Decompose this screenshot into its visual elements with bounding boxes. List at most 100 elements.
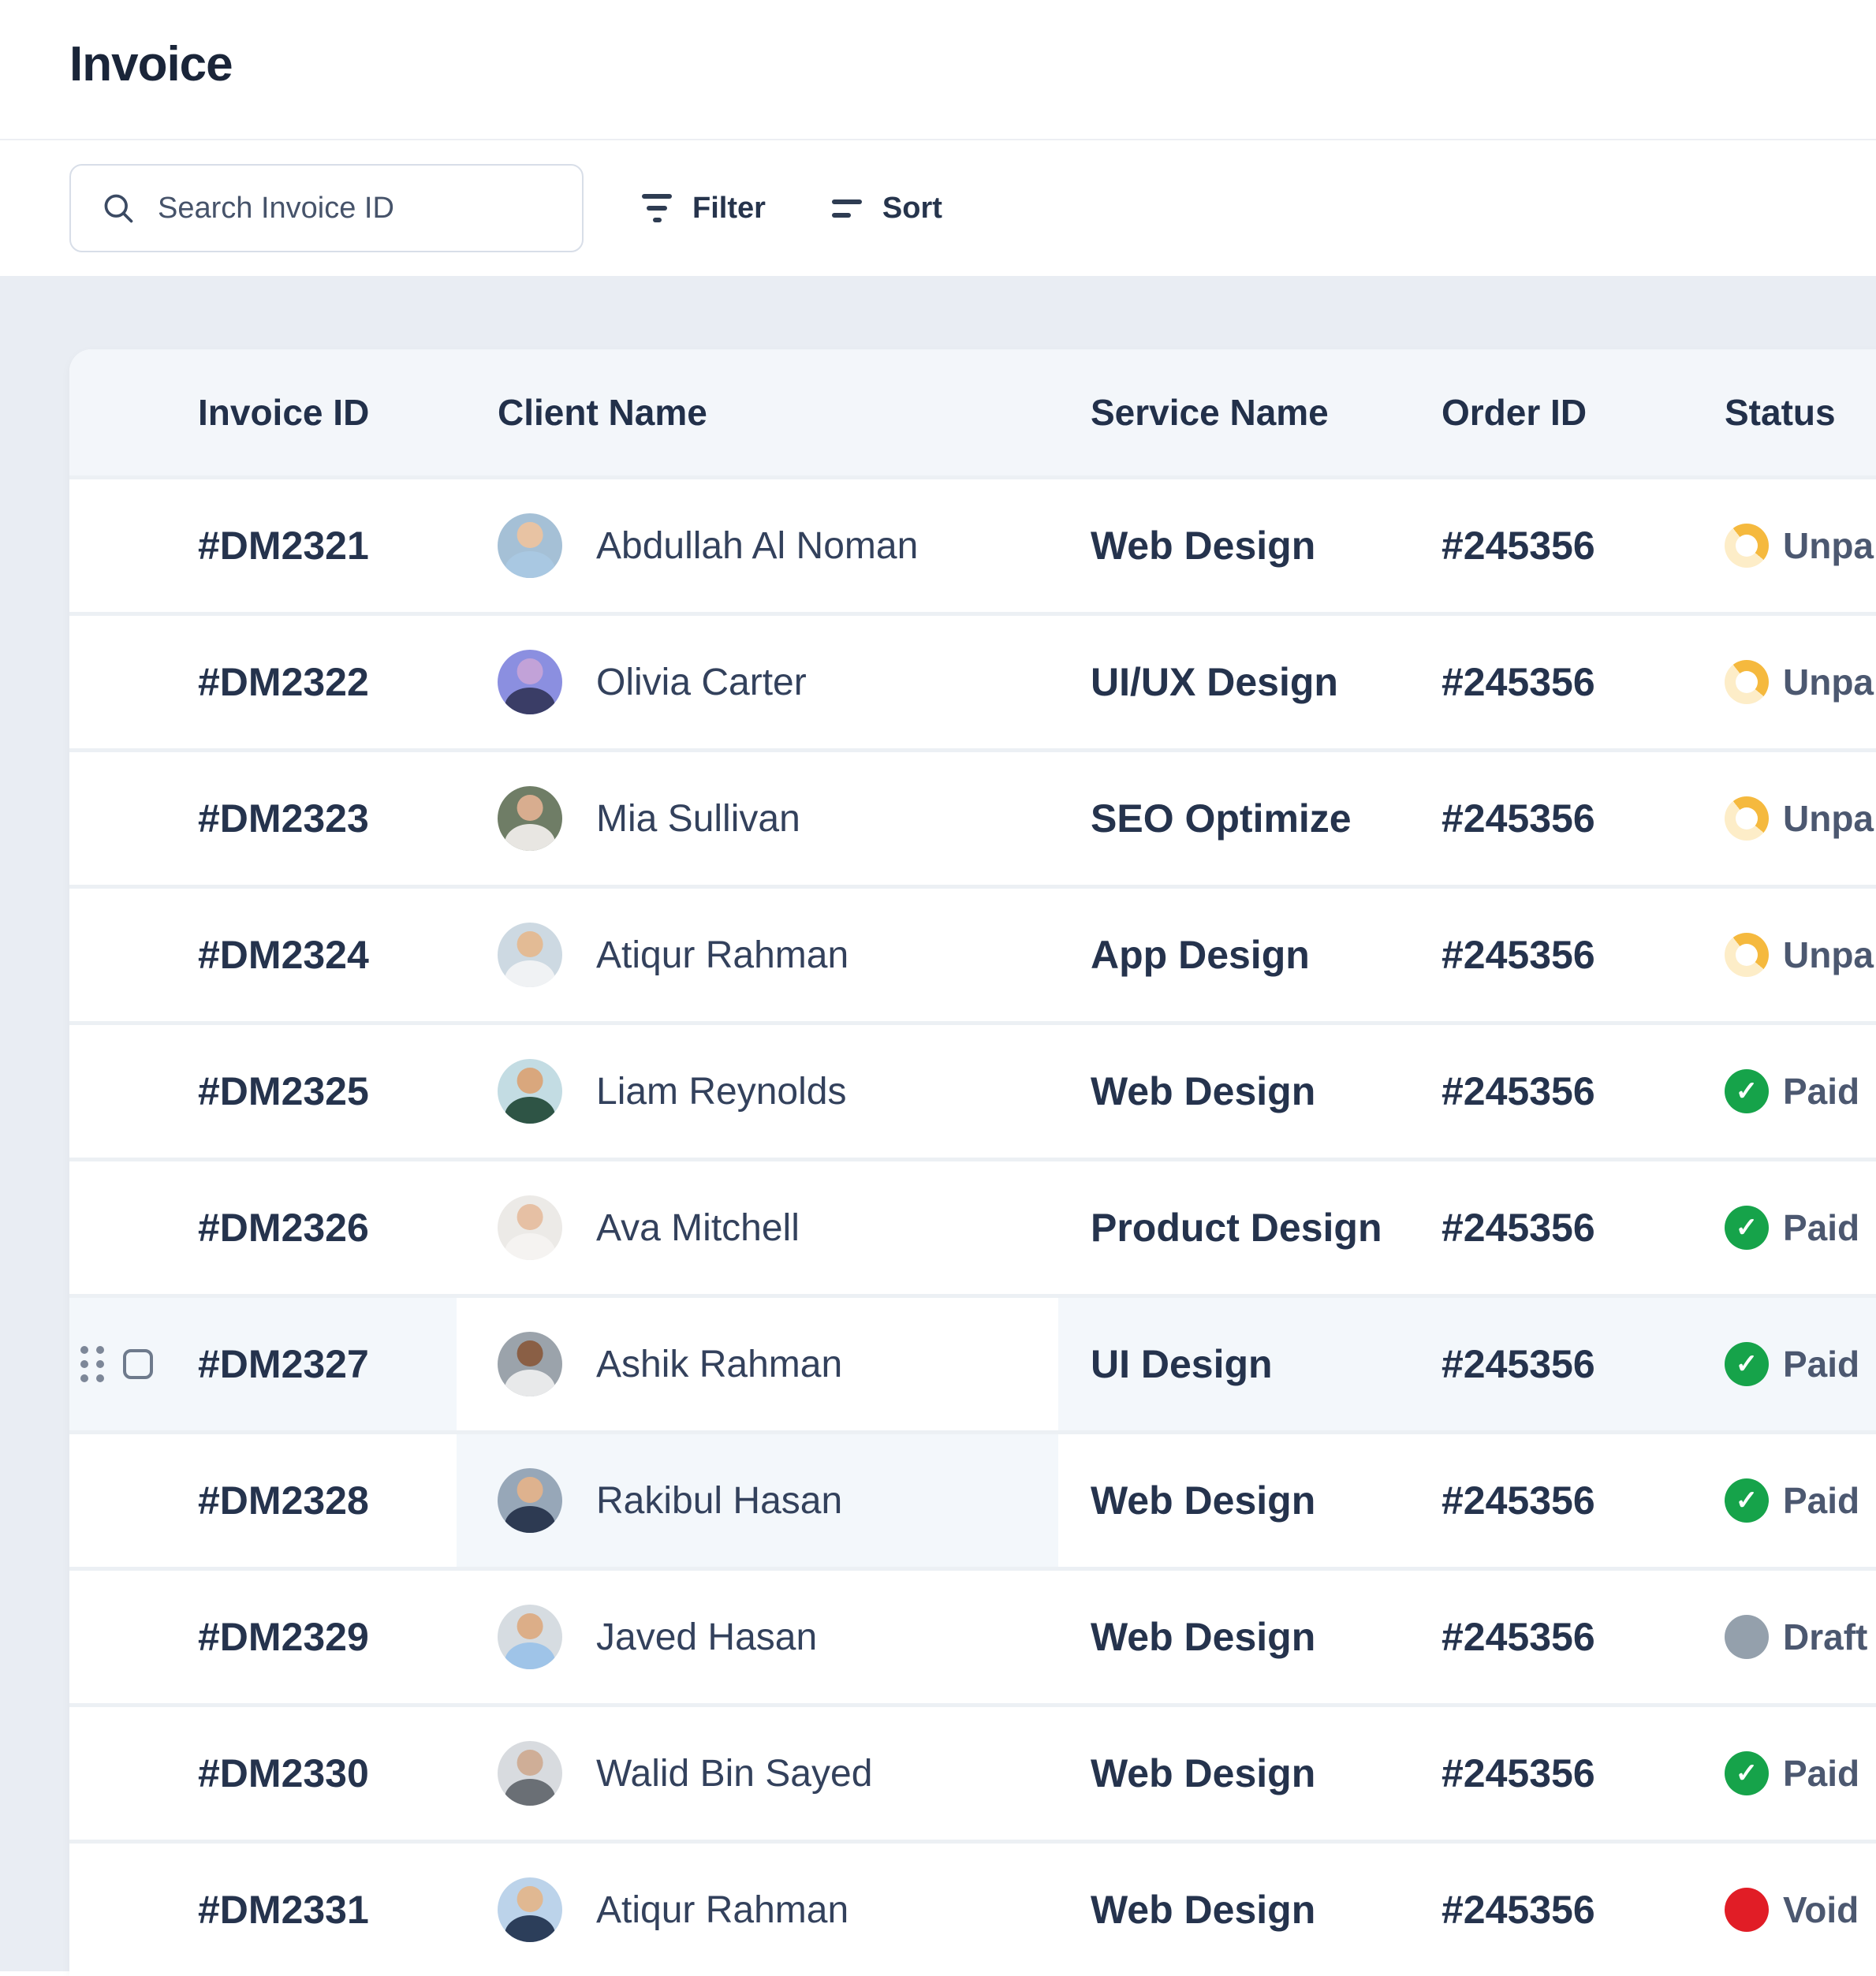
- table-row[interactable]: #DM2326 Ava Mitchell Product Design #245…: [69, 1158, 1876, 1294]
- order-id: #245356: [1441, 659, 1725, 705]
- avatar: [498, 1741, 562, 1806]
- client-name: Atiqur Rahman: [596, 934, 848, 977]
- status-badge: Unpaid: [1725, 660, 1876, 704]
- status-icon: [1725, 933, 1769, 977]
- status-badge: Unpaid: [1725, 796, 1876, 841]
- status-badge: ✓ Paid: [1725, 1206, 1859, 1250]
- table-row[interactable]: #DM2329 Javed Hasan Web Design #245356 D…: [69, 1567, 1876, 1703]
- sort-button[interactable]: Sort: [832, 192, 942, 226]
- order-id: #245356: [1441, 1750, 1725, 1796]
- table-row[interactable]: #DM2327 Ashik Rahman UI Design #245356 ✓…: [69, 1294, 1876, 1430]
- status-label: Paid: [1783, 1752, 1859, 1795]
- order-id: #245356: [1441, 1068, 1725, 1114]
- avatar: [498, 1605, 562, 1669]
- avatar: [498, 1332, 562, 1396]
- table-row[interactable]: #DM2324 Atiqur Rahman App Design #245356…: [69, 885, 1876, 1021]
- client-name: Javed Hasan: [596, 1616, 817, 1659]
- status-label: Paid: [1783, 1343, 1859, 1385]
- filter-label: Filter: [692, 192, 766, 226]
- table-row[interactable]: #DM2331 Atiqur Rahman Web Design #245356…: [69, 1840, 1876, 1976]
- drag-handle-icon[interactable]: [80, 1346, 104, 1382]
- status-badge: ✓ Paid: [1725, 1342, 1859, 1386]
- order-id: #245356: [1441, 796, 1725, 841]
- column-header-service-name: Service Name: [1091, 391, 1441, 434]
- invoice-id: #DM2327: [198, 1341, 369, 1387]
- status-icon: [1725, 1888, 1769, 1932]
- status-badge: Unpaid: [1725, 933, 1876, 977]
- status-badge: ✓ Paid: [1725, 1751, 1859, 1795]
- order-id: #245356: [1441, 1205, 1725, 1251]
- invoice-id: #DM2326: [198, 1205, 369, 1251]
- search-icon: [101, 191, 136, 226]
- service-name: Web Design: [1091, 1614, 1441, 1660]
- service-name: Web Design: [1091, 1750, 1441, 1796]
- status-label: Unpaid: [1783, 661, 1876, 703]
- status-icon: ✓: [1725, 1206, 1769, 1250]
- status-icon: ✓: [1725, 1069, 1769, 1113]
- table-row[interactable]: #DM2322 Olivia Carter UI/UX Design #2453…: [69, 612, 1876, 748]
- column-header-invoice-id: Invoice ID: [198, 391, 369, 434]
- status-badge: ✓ Paid: [1725, 1069, 1859, 1113]
- avatar: [498, 1059, 562, 1124]
- client-name: Abdullah Al Noman: [596, 524, 918, 568]
- row-checkbox[interactable]: [123, 1349, 153, 1379]
- client-name: Olivia Carter: [596, 661, 807, 704]
- client-name: Ava Mitchell: [596, 1206, 800, 1250]
- page-title: Invoice: [0, 0, 1876, 92]
- avatar: [498, 923, 562, 987]
- status-label: Paid: [1783, 1479, 1859, 1522]
- order-id: #245356: [1441, 1614, 1725, 1660]
- invoice-table: Invoice ID Client Name Service Name Orde…: [69, 349, 1876, 1976]
- table-row[interactable]: #DM2330 Walid Bin Sayed Web Design #2453…: [69, 1703, 1876, 1840]
- service-name: Web Design: [1091, 523, 1441, 569]
- status-badge: ✓ Paid: [1725, 1478, 1859, 1523]
- invoice-id: #DM2331: [198, 1887, 369, 1933]
- order-id: #245356: [1441, 1478, 1725, 1523]
- table-row[interactable]: #DM2323 Mia Sullivan SEO Optimize #24535…: [69, 748, 1876, 885]
- filter-button[interactable]: Filter: [642, 192, 766, 226]
- order-id: #245356: [1441, 523, 1725, 569]
- status-label: Draft: [1783, 1616, 1867, 1658]
- invoice-id: #DM2328: [198, 1478, 369, 1523]
- service-name: Product Design: [1091, 1205, 1441, 1251]
- table-row[interactable]: #DM2321 Abdullah Al Noman Web Design #24…: [69, 475, 1876, 612]
- status-label: Paid: [1783, 1070, 1859, 1113]
- table-row[interactable]: #DM2328 Rakibul Hasan Web Design #245356…: [69, 1430, 1876, 1567]
- status-label: Unpaid: [1783, 524, 1876, 567]
- page-header: Invoice: [0, 0, 1876, 140]
- invoice-id: #DM2321: [198, 523, 369, 569]
- avatar: [498, 786, 562, 851]
- service-name: Web Design: [1091, 1068, 1441, 1114]
- service-name: UI/UX Design: [1091, 659, 1441, 705]
- toolbar: Filter Sort: [0, 140, 1876, 276]
- client-name: Ashik Rahman: [596, 1343, 842, 1386]
- status-icon: [1725, 660, 1769, 704]
- column-header-order-id: Order ID: [1441, 391, 1725, 434]
- client-name: Walid Bin Sayed: [596, 1752, 872, 1795]
- client-name: Rakibul Hasan: [596, 1479, 842, 1523]
- sort-icon: [832, 199, 862, 218]
- status-icon: ✓: [1725, 1478, 1769, 1523]
- service-name: UI Design: [1091, 1341, 1441, 1387]
- service-name: App Design: [1091, 932, 1441, 978]
- status-icon: [1725, 524, 1769, 568]
- sort-label: Sort: [882, 192, 942, 226]
- status-icon: ✓: [1725, 1342, 1769, 1386]
- search-box[interactable]: [69, 164, 584, 252]
- table-body: #DM2321 Abdullah Al Noman Web Design #24…: [69, 475, 1876, 1976]
- service-name: SEO Optimize: [1091, 796, 1441, 841]
- status-badge: Draft: [1725, 1615, 1867, 1659]
- content-area: Invoice ID Client Name Service Name Orde…: [0, 276, 1876, 1971]
- avatar: [498, 1195, 562, 1260]
- order-id: #245356: [1441, 1887, 1725, 1933]
- column-header-status: Status: [1725, 391, 1836, 434]
- search-input[interactable]: [156, 191, 538, 226]
- status-icon: ✓: [1725, 1751, 1769, 1795]
- invoice-id: #DM2329: [198, 1614, 369, 1660]
- status-label: Void: [1783, 1888, 1859, 1931]
- table-row[interactable]: #DM2325 Liam Reynolds Web Design #245356…: [69, 1021, 1876, 1158]
- avatar: [498, 1468, 562, 1533]
- status-label: Paid: [1783, 1206, 1859, 1249]
- filter-icon: [642, 194, 672, 222]
- invoice-id: #DM2324: [198, 932, 369, 978]
